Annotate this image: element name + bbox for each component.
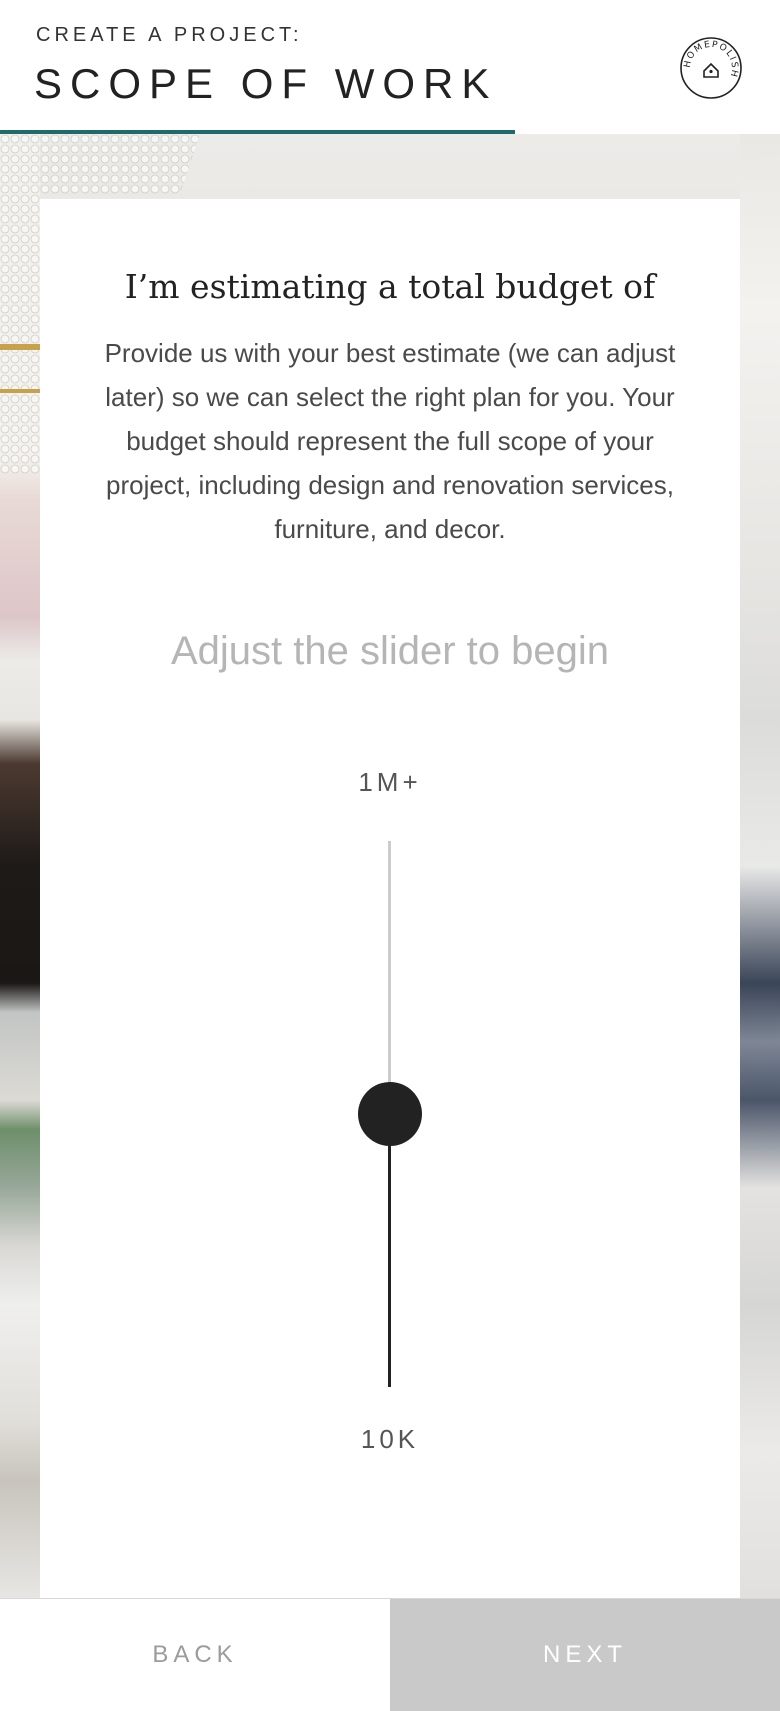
slider-max-label: 1M+ [358, 767, 422, 797]
budget-description: Provide us with your best estimate (we c… [104, 338, 676, 544]
budget-card: I’m estimating a total budget of Provide… [40, 199, 740, 1599]
footer-nav: BACK NEXT [0, 1598, 780, 1711]
slider-thumb[interactable] [358, 1082, 422, 1146]
header-eyebrow: CREATE A PROJECT: [36, 24, 303, 46]
budget-slider[interactable] [350, 841, 430, 1387]
slider-fill [388, 1114, 391, 1387]
next-button[interactable]: NEXT [390, 1599, 780, 1711]
background-photo-right-edge [740, 134, 780, 1598]
slider-prompt: Adjust the slider to begin [170, 629, 610, 673]
homepolish-logo[interactable]: HOMEPOLISH [679, 36, 743, 100]
budget-heading: I’m estimating a total budget of [124, 267, 656, 306]
page-title: SCOPE OF WORK [34, 60, 498, 107]
back-button[interactable]: BACK [0, 1599, 390, 1711]
header: CREATE A PROJECT: SCOPE OF WORK HOMEPOLI… [0, 0, 780, 134]
slider-min-label: 10K [360, 1424, 420, 1454]
